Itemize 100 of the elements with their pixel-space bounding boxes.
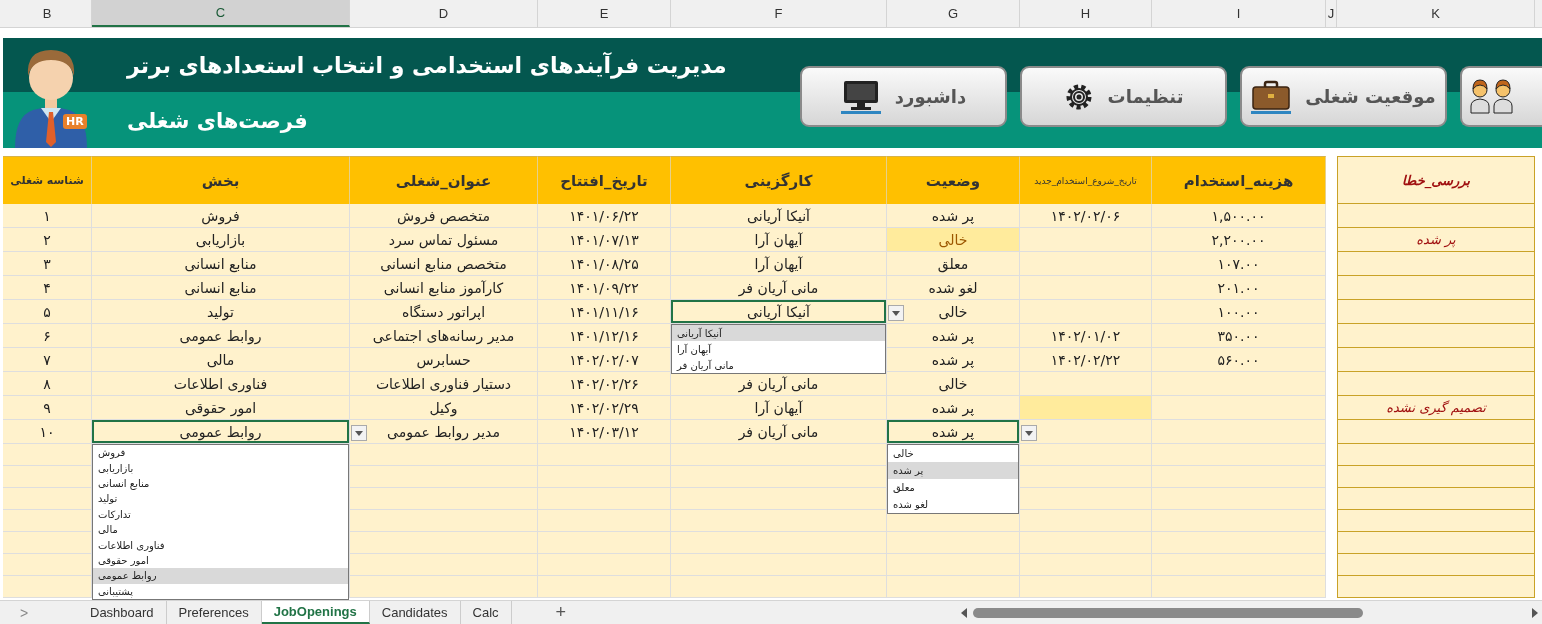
table-cell: ۳ [3, 252, 92, 276]
table-cell: ۱۰۰.۰۰ [1152, 300, 1326, 324]
table-cell: ۳۵۰.۰۰ [1152, 324, 1326, 348]
table-cell: تولید [92, 300, 350, 324]
dropdown-option[interactable]: مانی آریان فر [672, 357, 885, 373]
table-cell: مانی آریان فر [671, 420, 887, 444]
sheet-tab[interactable]: JobOpenings [261, 601, 370, 624]
table-cell: ۲,۲۰۰.۰۰ [1152, 228, 1326, 252]
table-cell: مدیر رسانه‌های اجتماعی [350, 324, 538, 348]
table-cell: فناوری اطلاعات [92, 372, 350, 396]
dropdown-option[interactable]: فروش [93, 445, 348, 461]
table-cell: وکیل [350, 396, 538, 420]
table-cell: مدیر روابط عمومی [350, 420, 538, 444]
sheet-tab[interactable]: Dashboard [78, 601, 167, 624]
column-letter[interactable]: G [887, 0, 1020, 27]
dropdown-option[interactable]: خالی [888, 445, 1018, 462]
column-letter[interactable]: H [1020, 0, 1152, 27]
table-cell: ۵ [3, 300, 92, 324]
column-letter[interactable]: C [92, 0, 350, 27]
dropdown-button[interactable] [351, 425, 367, 441]
table-cell: آنیکا آریانی [671, 204, 887, 228]
monitor-icon [840, 79, 881, 114]
table-cell: ۱,۵۰۰.۰۰ [1152, 204, 1326, 228]
add-sheet-button[interactable]: + [551, 602, 571, 623]
table-cell: خالی [887, 372, 1020, 396]
column-header: تاریخ_افتتاح [538, 156, 671, 204]
column-letter[interactable]: E [538, 0, 671, 27]
table-cell: پر شده [887, 204, 1020, 228]
sheet-tab[interactable]: Calc [460, 601, 512, 624]
table-cell: ۱۴۰۱/۱۲/۱۶ [538, 324, 671, 348]
table-cell: ۷ [3, 348, 92, 372]
dropdown-option[interactable]: امور حقوقی [93, 552, 348, 569]
table-cell: تصمیم گیری نشده [1337, 396, 1535, 420]
hr-badge: HR [63, 114, 87, 129]
dropdown-option[interactable]: بازاریابی [93, 460, 348, 476]
dropdown-option[interactable]: پشتیبانی [93, 583, 348, 599]
table-cell: ۱۴۰۱/۱۱/۱۶ [538, 300, 671, 324]
column-header: شناسه شغلی [3, 156, 92, 204]
dropdown-option[interactable]: منابع انسانی [93, 475, 348, 492]
dropdown-option[interactable]: روابط عمومی [93, 568, 348, 584]
dropdown-option[interactable]: تولید [93, 491, 348, 507]
sheet-tab[interactable]: Candidates [369, 601, 461, 624]
dropdown-option[interactable]: مالی [93, 521, 348, 538]
table-cell: معلق [887, 252, 1020, 276]
table-cell: پر شده [1337, 228, 1535, 252]
table-cell: ۵۶۰.۰۰ [1152, 348, 1326, 372]
table-cell: ۱۴۰۲/۰۱/۰۲ [1020, 324, 1152, 348]
table-cell: متخصص فروش [350, 204, 538, 228]
table-cell: امور حقوقی [92, 396, 350, 420]
dropdown-option[interactable]: تدارکات [93, 506, 348, 522]
table-cell: ۱۴۰۲/۰۲/۲۲ [1020, 348, 1152, 372]
dropdown-option[interactable]: آنیکا آریانی [672, 325, 885, 341]
table-cell: ۶ [3, 324, 92, 348]
table-cell: آیهان آرا [671, 252, 887, 276]
table-cell: ۱۰ [3, 420, 92, 444]
table-cell: فروش [92, 204, 350, 228]
column-letter[interactable]: J [1326, 0, 1337, 27]
table-cell: کارآموز منابع انسانی [350, 276, 538, 300]
table-cell: ۱۴۰۲/۰۲/۰۶ [1020, 204, 1152, 228]
sheet-tab[interactable]: Preferences [166, 601, 262, 624]
dropdown-option[interactable]: پر شده [888, 462, 1018, 479]
nav-button[interactable]: موقعیت شغلی [1240, 66, 1447, 127]
table-cell: ۱۴۰۲/۰۲/۲۶ [538, 372, 671, 396]
table-cell: بازاریابی [92, 228, 350, 252]
dropdown-option[interactable]: لغو شده [888, 496, 1018, 513]
table-cell: ۴ [3, 276, 92, 300]
table-cell: ۱۴۰۱/۰۷/۱۳ [538, 228, 671, 252]
table-cell: روابط عمومی [92, 324, 350, 348]
dropdown-option[interactable]: فناوری اطلاعات [93, 537, 348, 553]
table-cell: ۱ [3, 204, 92, 228]
caret-icon [892, 310, 900, 316]
table-cell: آیهان آرا [671, 228, 887, 252]
table-cell: حسابرس [350, 348, 538, 372]
column-header: بخش [92, 156, 350, 204]
column-header: وضعیت [887, 156, 1020, 204]
caret-icon [1025, 430, 1033, 436]
nav-button[interactable]: تنظیمات [1020, 66, 1227, 127]
table-cell: ۱۰۷.۰۰ [1152, 252, 1326, 276]
table-cell: ۹ [3, 396, 92, 420]
page-title: مدیریت فرآیندهای استخدامی و انتخاب استعدادهای برتر [127, 51, 727, 81]
table-cell: مسئول تماس سرد [350, 228, 538, 252]
nav-button[interactable] [1460, 66, 1542, 127]
nav-button[interactable]: داشبورد [800, 66, 1007, 127]
table-cell: ۲ [3, 228, 92, 252]
column-letter[interactable]: D [350, 0, 538, 27]
column-header: هزینه_استخدام [1152, 156, 1326, 204]
table-cell: مانی آریان فر [671, 372, 887, 396]
dropdown-option[interactable]: معلق [888, 479, 1018, 496]
column-letter[interactable]: F [671, 0, 887, 27]
column-letter[interactable]: I [1152, 0, 1326, 27]
table-cell: لغو شده [887, 276, 1020, 300]
column-header: عنوان_شغلی [350, 156, 538, 204]
dropdown-button[interactable] [888, 305, 904, 321]
dropdown-option[interactable]: آیهان آرا [672, 341, 885, 357]
caret-icon [355, 430, 363, 436]
dropdown-button[interactable] [1021, 425, 1037, 441]
column-letter[interactable]: K [1337, 0, 1535, 27]
table-cell: منابع انسانی [92, 276, 350, 300]
table-cell: ۸ [3, 372, 92, 396]
briefcase-icon [1251, 79, 1292, 114]
